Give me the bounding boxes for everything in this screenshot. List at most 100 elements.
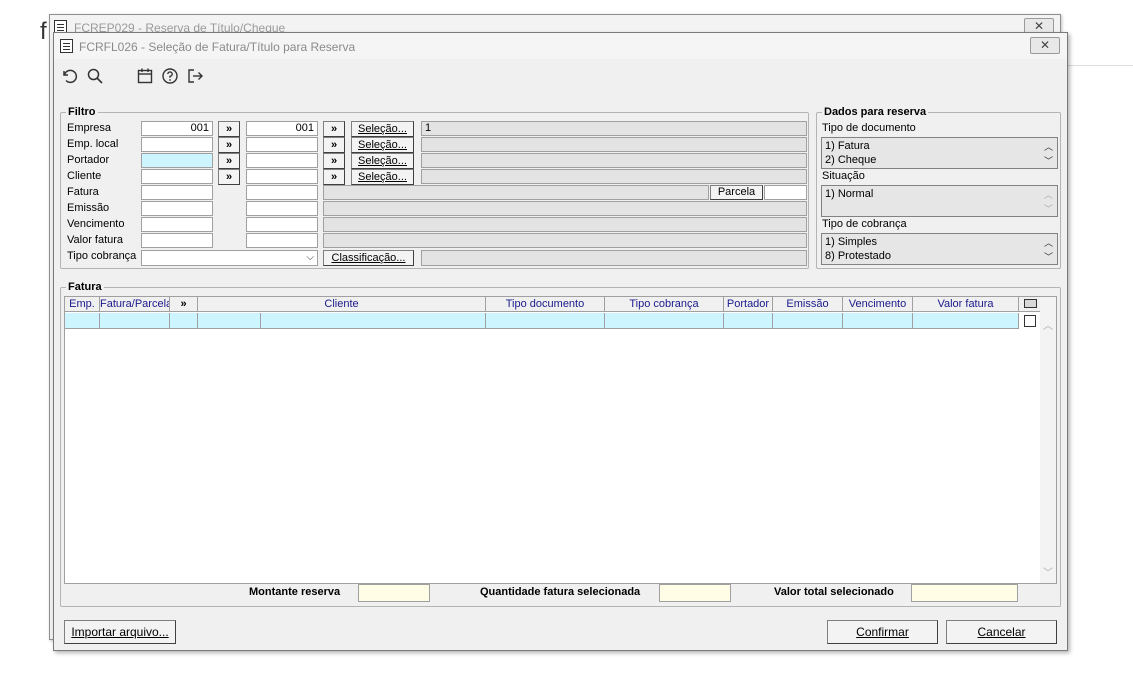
empresa-selecao-button[interactable]: Seleção...	[351, 121, 414, 137]
emissao-spacer	[323, 201, 807, 216]
column-header[interactable]: Cliente	[198, 297, 486, 312]
empresa-lookup-arrow[interactable]: »	[323, 121, 345, 137]
list-scrollbar[interactable]: ︿ ﹀	[1043, 186, 1055, 216]
column-header[interactable]: Portador	[724, 297, 773, 312]
emp-local-selecao-button[interactable]: Seleção...	[351, 137, 414, 153]
row-checkbox[interactable]	[1024, 315, 1036, 327]
valor-total-label: Valor total selecionado	[774, 586, 894, 598]
table-cell[interactable]	[198, 313, 261, 329]
calendar-icon[interactable]	[136, 67, 154, 85]
list-scrollbar[interactable]: ︿ ﹀	[1043, 138, 1055, 168]
column-header[interactable]: Emissão	[773, 297, 843, 312]
parcela-field[interactable]	[764, 185, 807, 200]
cliente-range-button[interactable]: »	[218, 169, 240, 185]
column-header[interactable]: Valor fatura	[913, 297, 1019, 312]
tipo-documento-list[interactable]: 1) Fatura 2) Cheque ︿ ﹀	[821, 137, 1058, 169]
emp-local-lookup-arrow[interactable]: »	[323, 137, 345, 153]
table-cell[interactable]	[261, 313, 486, 329]
emissao-to-field[interactable]	[246, 201, 318, 216]
portador-to-field[interactable]	[246, 153, 318, 168]
list-scrollbar[interactable]: ︿ ﹀	[1043, 234, 1055, 264]
cliente-to-field[interactable]	[246, 169, 318, 184]
dados-reserva-legend: Dados para reserva	[822, 106, 929, 118]
chevron-down-icon[interactable]: ﹀	[1043, 564, 1053, 579]
emissao-label: Emissão	[67, 202, 110, 214]
empresa-from-field[interactable]: 001	[141, 121, 213, 136]
situacao-label: Situação	[822, 170, 865, 182]
list-item[interactable]: 1) Normal	[825, 187, 1054, 201]
classificacao-button[interactable]: Classificação...	[323, 250, 414, 266]
column-header[interactable]: Emp.	[65, 297, 100, 312]
chevron-up-icon[interactable]: ︿	[1044, 236, 1053, 249]
quantidade-fatura-label: Quantidade fatura selecionada	[480, 586, 641, 598]
table-cell[interactable]	[913, 313, 1019, 329]
emissao-from-field[interactable]	[141, 201, 213, 216]
fatura-to-field[interactable]	[246, 185, 318, 200]
column-header[interactable]: Tipo cobrança	[605, 297, 724, 312]
chevron-up-icon[interactable]: ︿	[1044, 188, 1053, 201]
chevron-down-icon[interactable]: ﹀	[1044, 250, 1053, 263]
select-all-icon[interactable]	[1023, 299, 1037, 308]
chevron-down-icon[interactable]: ﹀	[1044, 202, 1053, 215]
close-button[interactable]: ✕	[1030, 37, 1060, 54]
list-item[interactable]: 1) Fatura	[825, 139, 1054, 153]
chevron-up-icon[interactable]: ︿	[1044, 140, 1053, 153]
portador-from-field[interactable]	[141, 153, 213, 168]
table-cell[interactable]	[605, 313, 724, 329]
table-cell[interactable]	[170, 313, 198, 329]
fatura-label: Fatura	[67, 186, 99, 198]
grid-scrollbar[interactable]: ︿ ﹀	[1040, 297, 1056, 583]
montante-reserva-label: Montante reserva	[249, 586, 341, 598]
search-icon[interactable]	[86, 67, 104, 85]
select-all-header[interactable]	[1019, 297, 1042, 312]
importar-arquivo-button[interactable]: Importar arquivo...	[64, 620, 176, 644]
confirmar-button[interactable]: Confirmar	[827, 620, 938, 644]
portador-range-button[interactable]: »	[218, 153, 240, 169]
valor-fatura-to-field[interactable]	[246, 233, 318, 248]
chevron-up-icon[interactable]: ︿	[1043, 317, 1053, 332]
table-cell[interactable]	[65, 313, 100, 329]
vencimento-to-field[interactable]	[246, 217, 318, 232]
dados-reserva-group: Dados para reserva Tipo de documento 1) …	[816, 106, 1061, 269]
table-cell[interactable]	[724, 313, 773, 329]
fatura-from-field[interactable]	[141, 185, 213, 200]
parcela-label: Parcela	[710, 185, 763, 200]
tipo-cobranca-select[interactable]: ⌵	[141, 250, 318, 266]
column-header[interactable]: Vencimento	[843, 297, 913, 312]
column-header[interactable]: »	[170, 297, 198, 312]
column-header[interactable]: Tipo documento	[486, 297, 605, 312]
table-cell[interactable]	[100, 313, 170, 329]
portador-lookup-arrow[interactable]: »	[323, 153, 345, 169]
cliente-from-field[interactable]	[141, 169, 213, 184]
montante-reserva-field	[358, 584, 430, 602]
empresa-to-field[interactable]: 001	[246, 121, 318, 136]
table-cell[interactable]	[486, 313, 605, 329]
undo-icon[interactable]	[60, 67, 78, 85]
cliente-lookup-arrow[interactable]: »	[323, 169, 345, 185]
list-item[interactable]: 2) Cheque	[825, 153, 1054, 167]
exit-icon[interactable]	[186, 67, 204, 85]
cliente-selecao-button[interactable]: Seleção...	[351, 169, 414, 185]
column-header[interactable]: Fatura/Parcela	[100, 297, 170, 312]
emp-local-range-button[interactable]: »	[218, 137, 240, 153]
cancelar-button[interactable]: Cancelar	[946, 620, 1057, 644]
list-item[interactable]: 1) Simples	[825, 235, 1054, 249]
filtro-group: Filtro Empresa Emp. local Portador Clien…	[60, 106, 809, 269]
fatura-grid[interactable]: Emp. Fatura/Parcela » Cliente Tipo docum…	[64, 296, 1057, 584]
table-cell[interactable]	[843, 313, 913, 329]
fatura-group: Fatura Emp. Fatura/Parcela » Cliente Tip…	[60, 281, 1061, 607]
valor-fatura-from-field[interactable]	[141, 233, 213, 248]
emp-local-from-field[interactable]	[141, 137, 213, 152]
valor-fatura-spacer	[323, 233, 807, 248]
emp-local-to-field[interactable]	[246, 137, 318, 152]
table-cell[interactable]	[773, 313, 843, 329]
tipo-cobranca-list[interactable]: 1) Simples 8) Protestado ︿ ﹀	[821, 233, 1058, 265]
empresa-range-button[interactable]: »	[218, 121, 240, 137]
list-item[interactable]: 8) Protestado	[825, 249, 1054, 263]
portador-selecao-button[interactable]: Seleção...	[351, 153, 414, 169]
vencimento-from-field[interactable]	[141, 217, 213, 232]
chevron-down-icon[interactable]: ﹀	[1044, 154, 1053, 167]
help-icon[interactable]	[161, 67, 179, 85]
situacao-list[interactable]: 1) Normal ︿ ﹀	[821, 185, 1058, 217]
chevron-down-icon: ⌵	[306, 252, 314, 263]
